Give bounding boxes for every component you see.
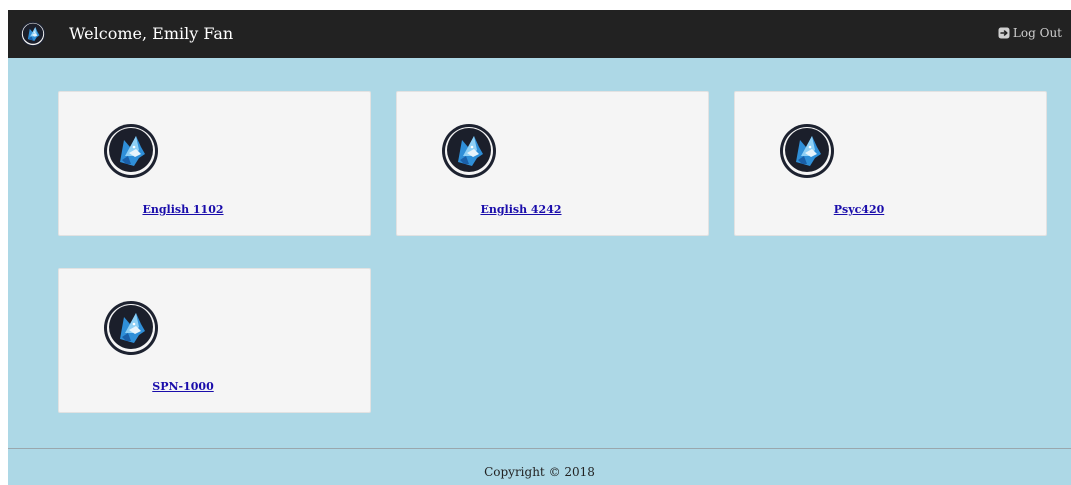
course-link[interactable]: English 1102: [59, 203, 307, 216]
footer-divider: [8, 448, 1071, 449]
wolf-logo-icon: [441, 123, 497, 179]
course-card[interactable]: English 1102: [58, 91, 371, 236]
wolf-logo-icon: [103, 123, 159, 179]
welcome-title: Welcome, Emily Fan: [69, 24, 234, 43]
course-link[interactable]: English 4242: [397, 203, 645, 216]
course-card[interactable]: SPN-1000: [58, 268, 371, 413]
page-frame: Welcome, Emily Fan Log Out English 1102 …: [8, 10, 1071, 485]
course-card[interactable]: Psyc420: [734, 91, 1047, 236]
course-link[interactable]: Psyc420: [735, 203, 983, 216]
sign-out-icon: [998, 27, 1010, 39]
wolf-logo-icon[interactable]: [20, 21, 46, 47]
course-link[interactable]: SPN-1000: [59, 380, 307, 393]
wolf-logo-icon: [103, 300, 159, 356]
wolf-logo-icon: [779, 123, 835, 179]
top-navbar: Welcome, Emily Fan Log Out: [8, 10, 1071, 58]
footer-copyright: Copyright © 2018: [484, 465, 595, 479]
logout-button[interactable]: Log Out: [998, 26, 1062, 40]
logout-label[interactable]: Log Out: [1013, 26, 1062, 40]
course-card[interactable]: English 4242: [396, 91, 709, 236]
